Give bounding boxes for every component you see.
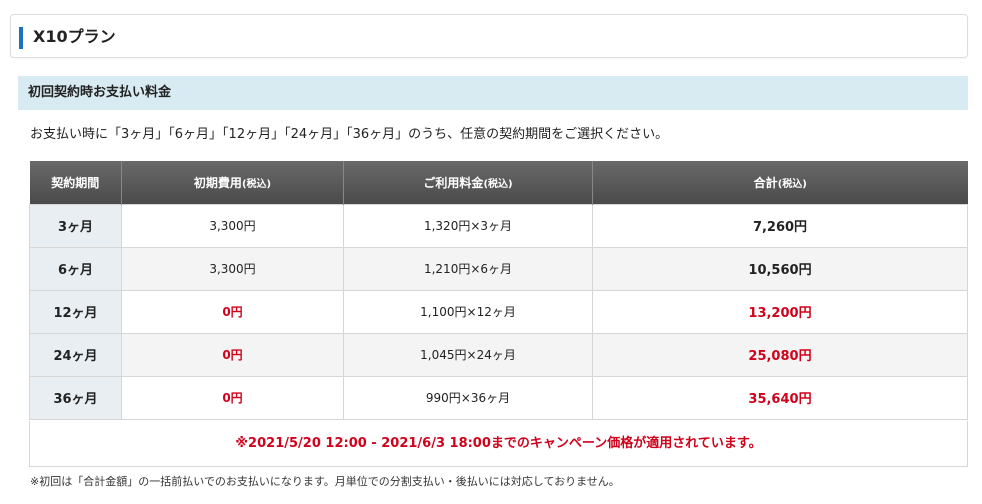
row-initial: 0円 [121, 289, 344, 334]
row-initial: 0円 [121, 375, 344, 420]
row-period: 12ヶ月 [29, 289, 122, 334]
row-period: 3ヶ月 [29, 203, 122, 248]
footnote-text: ※初回は「合計金額」の一括前払いでのお支払いになります。月単位での分割支払い・後… [30, 475, 620, 488]
row-initial: 3,300円 [121, 246, 344, 291]
row-period: 36ヶ月 [29, 375, 122, 420]
row-initial: 3,300円 [121, 203, 344, 248]
campaign-notice: ※2021/5/20 12:00 - 2021/6/3 18:00までのキャンペ… [29, 421, 968, 467]
row-total: 25,080円 [592, 332, 968, 377]
price-table-header-row: 契約期間 初期費用(税込) ご利用料金(税込) 合計(税込) [29, 161, 968, 204]
header-fee: ご利用料金(税込) [343, 161, 593, 204]
row-period: 6ヶ月 [29, 246, 122, 291]
row-fee: 990円×36ヶ月 [343, 375, 593, 420]
row-fee: 1,210円×6ヶ月 [343, 246, 593, 291]
table-row: 24ヶ月 0円 1,045円×24ヶ月 25,080円 [29, 332, 968, 377]
header-period: 契約期間 [29, 161, 122, 204]
row-fee: 1,100円×12ヶ月 [343, 289, 593, 334]
plan-header-accent-bar [19, 27, 23, 49]
table-row: 36ヶ月 0円 990円×36ヶ月 35,640円 [29, 375, 968, 420]
row-fee: 1,320円×3ヶ月 [343, 203, 593, 248]
table-row: 12ヶ月 0円 1,100円×12ヶ月 13,200円 [29, 289, 968, 334]
row-total: 10,560円 [592, 246, 968, 291]
row-fee: 1,045円×24ヶ月 [343, 332, 593, 377]
plan-title: X10プラン [33, 27, 116, 46]
section-heading: 初回契約時お支払い料金 [18, 76, 968, 110]
description-text: お支払い時に「3ヶ月」「6ヶ月」「12ヶ月」「24ヶ月」「36ヶ月」のうち、任意… [30, 127, 669, 142]
row-period: 24ヶ月 [29, 332, 122, 377]
section-heading-text: 初回契約時お支払い料金 [28, 85, 172, 100]
table-row: 3ヶ月 3,300円 1,320円×3ヶ月 7,260円 [29, 203, 968, 248]
header-total: 合計(税込) [592, 161, 968, 204]
row-total: 7,260円 [592, 203, 968, 248]
campaign-notice-text: ※2021/5/20 12:00 - 2021/6/3 18:00までのキャンペ… [235, 436, 762, 451]
row-total: 13,200円 [592, 289, 968, 334]
row-total: 35,640円 [592, 375, 968, 420]
row-initial: 0円 [121, 332, 344, 377]
header-initial: 初期費用(税込) [121, 161, 344, 204]
price-table: 契約期間 初期費用(税込) ご利用料金(税込) 合計(税込) 3ヶ月 3,300… [29, 161, 968, 420]
table-row: 6ヶ月 3,300円 1,210円×6ヶ月 10,560円 [29, 246, 968, 291]
plan-header: X10プラン [10, 14, 968, 58]
